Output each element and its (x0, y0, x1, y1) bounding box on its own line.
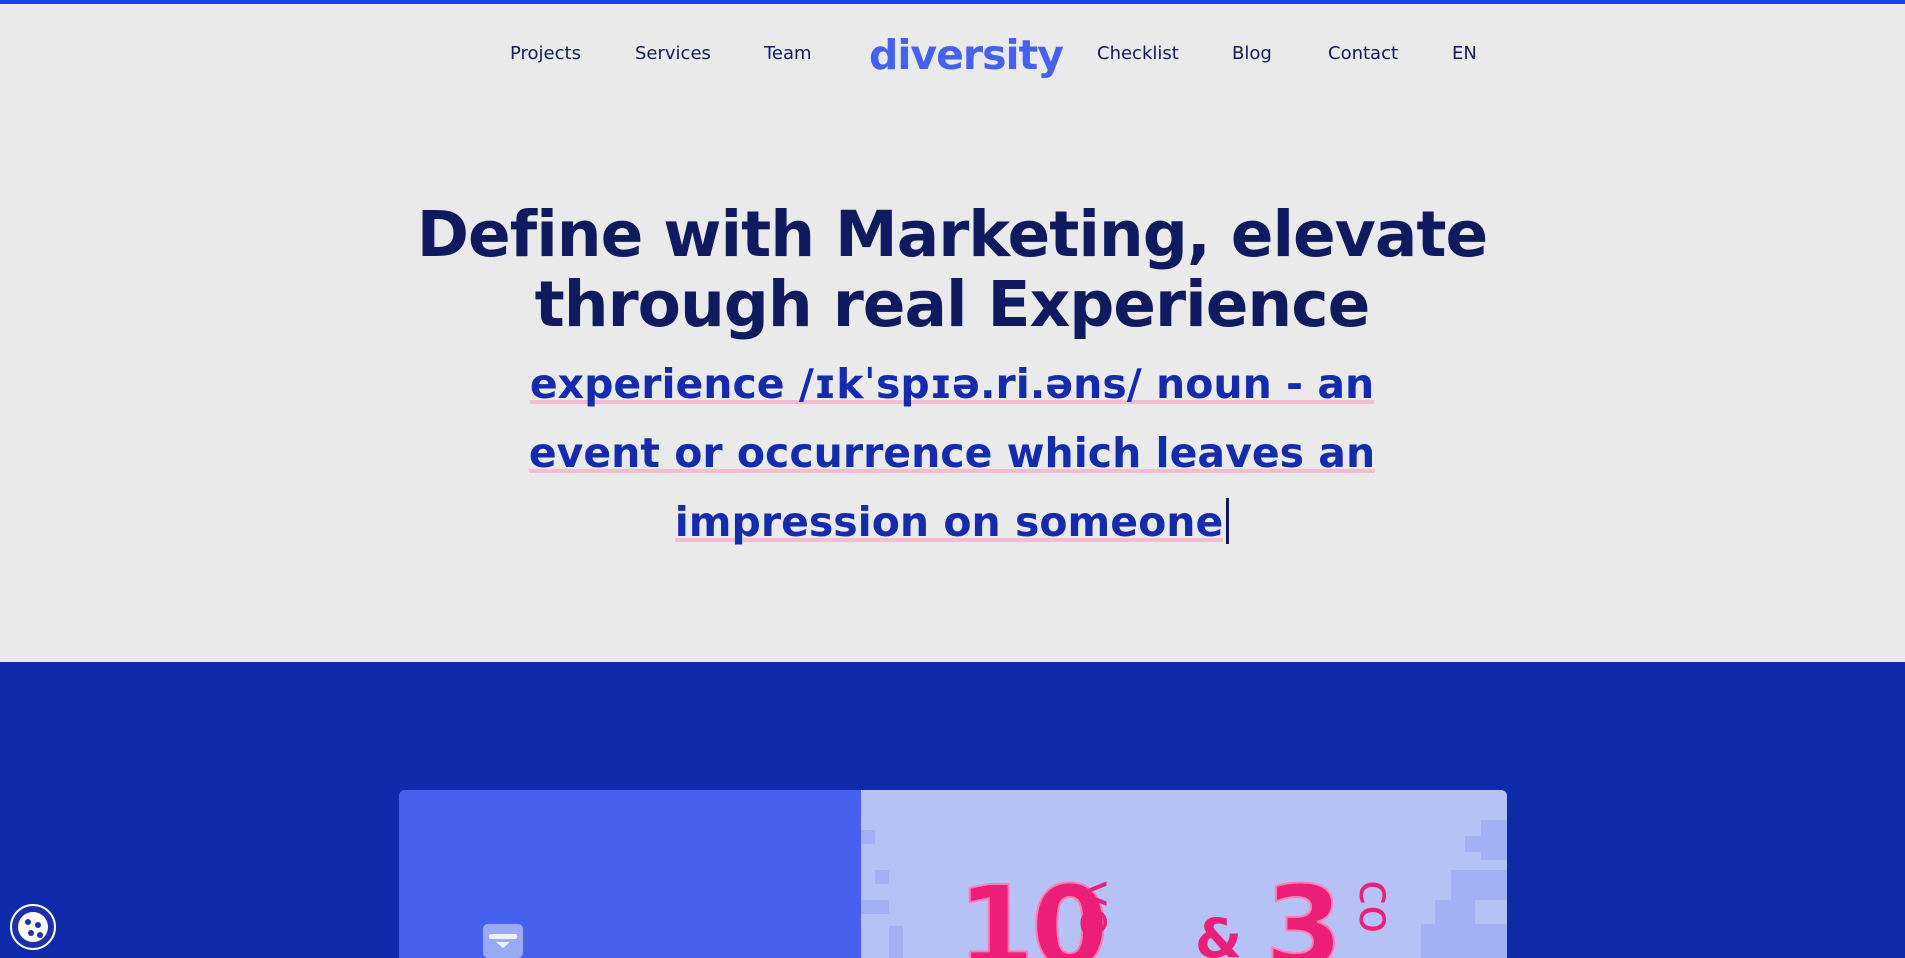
nav-checklist[interactable]: Checklist (1097, 43, 1179, 65)
experience-definition: experience /ɪkˈspɪə.ri.əns/ noun - an ev… (502, 350, 1402, 557)
nav-contact[interactable]: Contact (1328, 43, 1398, 65)
card-left-panel (399, 790, 861, 958)
pixel-decoration (861, 830, 875, 844)
hero-title: Define with Marketing, elevate through r… (402, 200, 1502, 340)
chat-icon (483, 924, 523, 958)
hero-title-line-1: Define with Marketing, elevate (416, 198, 1488, 271)
count-number: 3 (1264, 863, 1344, 958)
nav-blog[interactable]: Blog (1232, 43, 1272, 65)
card-right-panel: 10 ye & 3 co (861, 790, 1507, 958)
pixel-decoration (1451, 870, 1507, 900)
pixel-decoration (1435, 900, 1475, 924)
nav-projects[interactable]: Projects (510, 43, 581, 65)
count-label: co (1349, 880, 1403, 934)
pixel-decoration (1421, 924, 1507, 958)
pixel-decoration (1481, 820, 1507, 860)
pixel-decoration (1465, 836, 1481, 852)
nav-services[interactable]: Services (635, 43, 711, 65)
nav-team[interactable]: Team (764, 43, 812, 65)
pixel-decoration (875, 870, 889, 884)
definition-line-3: impression on someone (674, 498, 1224, 548)
cookie-icon (18, 912, 48, 942)
pixel-decoration (861, 900, 889, 914)
hero-title-line-2: through real Experience (534, 268, 1371, 341)
typing-caret (1226, 498, 1230, 544)
stats-card: 10 ye & 3 co (399, 790, 1507, 958)
ampersand: & (1195, 907, 1243, 958)
definition-line-2: event or occurrence which leaves an (528, 429, 1376, 479)
definition-line-1: experience /ɪkˈspɪə.ri.əns/ noun - an (529, 360, 1375, 410)
pixel-decoration (889, 926, 903, 958)
years-label: ye (1070, 880, 1124, 936)
language-switcher[interactable]: EN (1452, 43, 1477, 65)
cookie-settings-button[interactable] (10, 904, 56, 950)
main-nav: Projects Services Team diversity Checkli… (0, 0, 1905, 110)
logo[interactable]: diversity (869, 30, 1064, 80)
